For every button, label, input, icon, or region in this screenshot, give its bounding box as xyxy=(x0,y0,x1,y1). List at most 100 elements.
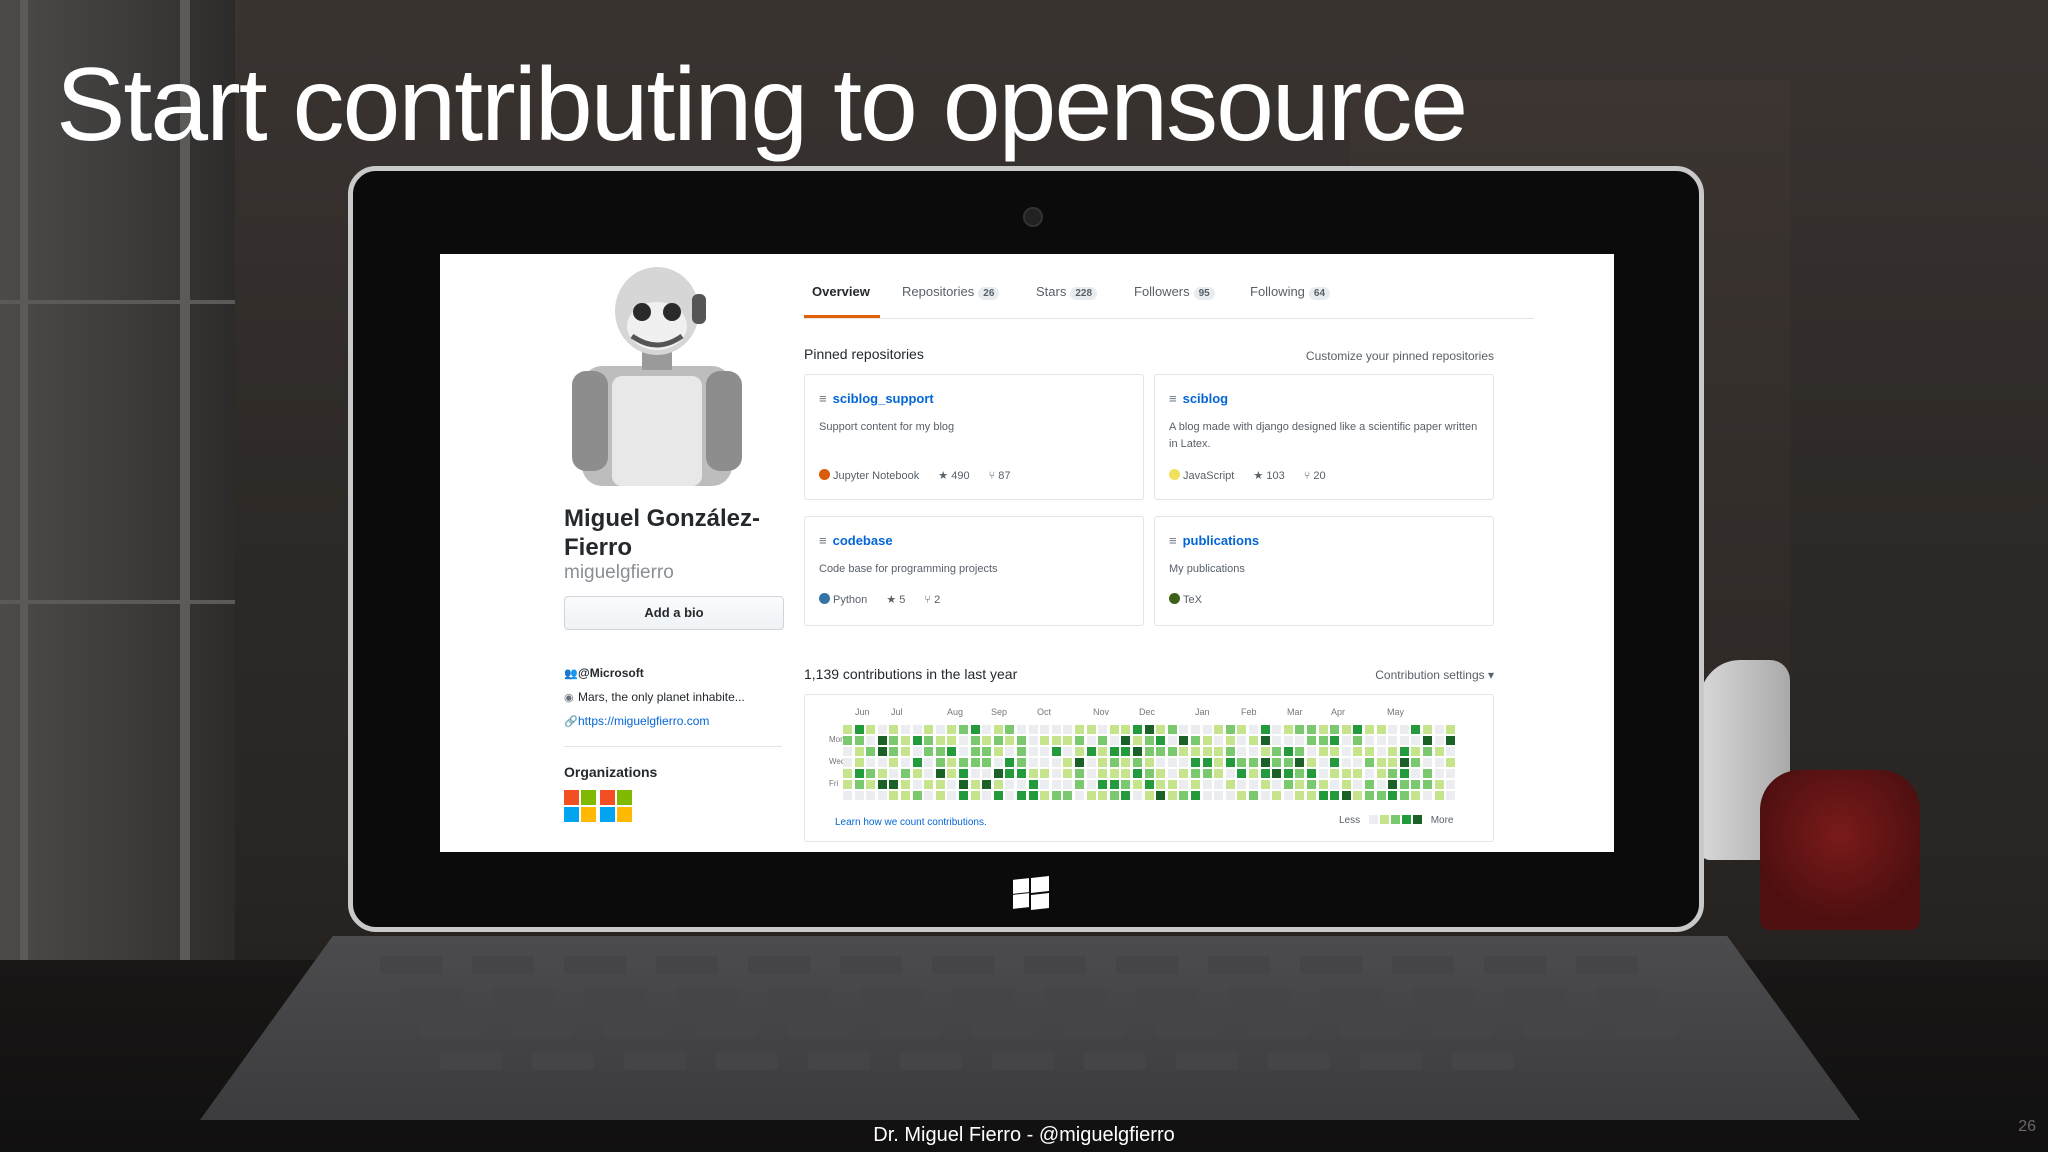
contribution-day-cell[interactable] xyxy=(1225,791,1235,800)
contribution-day-cell[interactable] xyxy=(1109,725,1119,734)
contribution-day-cell[interactable] xyxy=(1225,780,1235,789)
star-icon[interactable]: ★ 103 xyxy=(1253,470,1284,482)
contribution-day-cell[interactable] xyxy=(1098,736,1108,745)
contribution-day-cell[interactable] xyxy=(935,758,945,767)
contribution-day-cell[interactable] xyxy=(866,769,876,778)
contribution-day-cell[interactable] xyxy=(1098,758,1108,767)
contribution-day-cell[interactable] xyxy=(1260,758,1270,767)
contribution-day-cell[interactable] xyxy=(947,736,957,745)
contribution-day-cell[interactable] xyxy=(1376,780,1386,789)
contribution-day-cell[interactable] xyxy=(1109,736,1119,745)
contribution-day-cell[interactable] xyxy=(1156,780,1166,789)
contribution-day-cell[interactable] xyxy=(1098,747,1108,756)
contribution-day-cell[interactable] xyxy=(970,736,980,745)
contribution-day-cell[interactable] xyxy=(889,791,899,800)
contribution-day-cell[interactable] xyxy=(1167,747,1177,756)
fork-icon[interactable]: ⑂ 20 xyxy=(1304,470,1326,482)
contribution-day-cell[interactable] xyxy=(1272,758,1282,767)
contribution-day-cell[interactable] xyxy=(1434,780,1444,789)
profile-website[interactable]: 🔗https://miguelgfierro.com xyxy=(564,714,709,728)
contribution-day-cell[interactable] xyxy=(1353,758,1363,767)
contribution-day-cell[interactable] xyxy=(901,736,910,745)
contribution-day-cell[interactable] xyxy=(854,747,864,756)
contribution-day-cell[interactable] xyxy=(1365,747,1374,756)
contribution-day-cell[interactable] xyxy=(1376,769,1386,778)
contribution-day-cell[interactable] xyxy=(1295,725,1305,734)
contribution-day-cell[interactable] xyxy=(1156,747,1166,756)
contribution-day-cell[interactable] xyxy=(1086,747,1096,756)
contribution-day-cell[interactable] xyxy=(1376,758,1386,767)
contribution-day-cell[interactable] xyxy=(1063,769,1073,778)
contribution-day-cell[interactable] xyxy=(843,736,852,745)
contribution-day-cell[interactable] xyxy=(912,725,922,734)
contribution-day-cell[interactable] xyxy=(1040,791,1050,800)
contribution-day-cell[interactable] xyxy=(1156,736,1166,745)
contribution-day-cell[interactable] xyxy=(947,725,957,734)
contribution-day-cell[interactable] xyxy=(1144,747,1154,756)
contribution-day-cell[interactable] xyxy=(1283,725,1293,734)
contribution-day-cell[interactable] xyxy=(1295,780,1305,789)
contribution-day-cell[interactable] xyxy=(1353,791,1363,800)
contribution-day-cell[interactable] xyxy=(947,780,957,789)
contribution-day-cell[interactable] xyxy=(1156,791,1166,800)
contribution-day-cell[interactable] xyxy=(1411,758,1421,767)
contribution-day-cell[interactable] xyxy=(877,791,887,800)
contribution-day-cell[interactable] xyxy=(912,747,922,756)
contribution-day-cell[interactable] xyxy=(1446,769,1456,778)
star-icon[interactable]: ★ 5 xyxy=(886,594,905,606)
contribution-day-cell[interactable] xyxy=(1237,736,1247,745)
contribution-day-cell[interactable] xyxy=(1202,736,1212,745)
contribution-day-cell[interactable] xyxy=(1063,791,1073,800)
star-icon[interactable]: ★ 490 xyxy=(938,470,969,482)
contribution-day-cell[interactable] xyxy=(1086,758,1096,767)
contribution-day-cell[interactable] xyxy=(1249,725,1258,734)
contribution-day-cell[interactable] xyxy=(1191,780,1200,789)
contribution-day-cell[interactable] xyxy=(1051,780,1061,789)
contribution-day-cell[interactable] xyxy=(889,736,899,745)
contribution-day-cell[interactable] xyxy=(935,780,945,789)
contribution-day-cell[interactable] xyxy=(1167,736,1177,745)
contribution-day-cell[interactable] xyxy=(1411,736,1421,745)
contribution-day-cell[interactable] xyxy=(1365,791,1374,800)
contribution-day-cell[interactable] xyxy=(901,769,910,778)
contribution-day-cell[interactable] xyxy=(970,780,980,789)
contribution-day-cell[interactable] xyxy=(1156,769,1166,778)
contribution-day-cell[interactable] xyxy=(1272,747,1282,756)
contribution-day-cell[interactable] xyxy=(1063,725,1073,734)
contribution-day-cell[interactable] xyxy=(866,780,876,789)
contribution-day-cell[interactable] xyxy=(1167,791,1177,800)
contribution-day-cell[interactable] xyxy=(901,747,910,756)
customize-pinned-link[interactable]: Customize your pinned repositories xyxy=(1306,349,1494,363)
contribution-day-cell[interactable] xyxy=(935,769,945,778)
contribution-day-cell[interactable] xyxy=(1341,747,1351,756)
contribution-day-cell[interactable] xyxy=(1388,780,1398,789)
contribution-day-cell[interactable] xyxy=(1179,769,1189,778)
contribution-day-cell[interactable] xyxy=(1434,769,1444,778)
contribution-day-cell[interactable] xyxy=(912,758,922,767)
windows-logo-icon[interactable] xyxy=(1013,876,1049,910)
contribution-day-cell[interactable] xyxy=(1260,747,1270,756)
contribution-day-cell[interactable] xyxy=(993,791,1003,800)
contribution-day-cell[interactable] xyxy=(924,791,934,800)
contribution-day-cell[interactable] xyxy=(1283,736,1293,745)
contribution-day-cell[interactable] xyxy=(1446,791,1456,800)
contribution-day-cell[interactable] xyxy=(1399,736,1409,745)
contribution-day-cell[interactable] xyxy=(1028,769,1038,778)
contribution-day-cell[interactable] xyxy=(912,736,922,745)
contribution-day-cell[interactable] xyxy=(970,758,980,767)
contribution-day-cell[interactable] xyxy=(1144,769,1154,778)
contribution-day-cell[interactable] xyxy=(1330,791,1340,800)
contribution-day-cell[interactable] xyxy=(1144,725,1154,734)
contribution-day-cell[interactable] xyxy=(1075,769,1084,778)
contribution-day-cell[interactable] xyxy=(1376,791,1386,800)
contribution-day-cell[interactable] xyxy=(1028,791,1038,800)
contribution-day-cell[interactable] xyxy=(993,780,1003,789)
contribution-day-cell[interactable] xyxy=(1121,747,1131,756)
contribution-day-cell[interactable] xyxy=(912,769,922,778)
contribution-day-cell[interactable] xyxy=(993,769,1003,778)
contribution-day-cell[interactable] xyxy=(1283,791,1293,800)
contribution-day-cell[interactable] xyxy=(1272,725,1282,734)
contribution-day-cell[interactable] xyxy=(854,758,864,767)
contribution-day-cell[interactable] xyxy=(1167,725,1177,734)
microsoft-org-icon[interactable] xyxy=(600,790,632,822)
